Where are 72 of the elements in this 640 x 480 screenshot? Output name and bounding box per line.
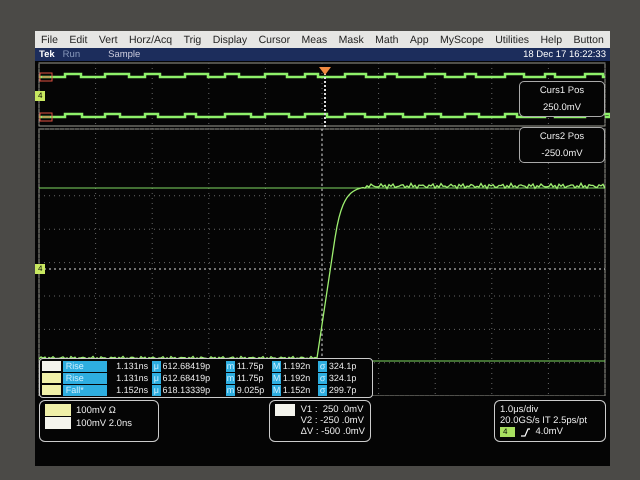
channel-marker[interactable]: 4 [35, 264, 46, 274]
run-state: Run [62, 49, 80, 60]
channel-swatch [45, 417, 71, 429]
cursor-value: V1 : 250 .0mV [300, 404, 364, 415]
timebase-value: 20.0GS/s IT 2.5ps/pt [500, 415, 588, 426]
trigger-level: 4.0mV [535, 426, 563, 437]
measurement-value: 1.131ns [115, 373, 148, 383]
menu-item[interactable]: Display [212, 34, 248, 46]
cursor-value: V2 : -250 .0mV [300, 415, 365, 426]
statistic-value: 9.025p [236, 385, 266, 395]
acquisition-mode: Sample [108, 49, 140, 60]
rising-edge-icon [520, 426, 530, 436]
digital-channel-marker-icon [39, 72, 53, 82]
menu-item[interactable]: Utilities [495, 34, 530, 46]
statistic-label: σ [318, 360, 327, 372]
cursor-label: Curs1 Pos [540, 85, 584, 96]
channel-setting: 100mV Ω [76, 404, 116, 416]
date-time: 18 Dec 17 16:22:33 [523, 49, 606, 60]
brand-label: Tek [39, 49, 55, 60]
trigger-source: 4 [500, 426, 516, 436]
statistic-value: 11.75p [236, 361, 265, 371]
menu-item[interactable]: Horz/Acq [128, 34, 172, 46]
statistic-label: M [272, 360, 281, 372]
statistic-label: μ [152, 384, 161, 396]
statistic-value: 618.13339p [162, 385, 212, 395]
menu-item[interactable]: Help [540, 34, 562, 46]
measurement-value: 1.131ns [115, 361, 148, 371]
statistic-label: μ [152, 360, 161, 372]
statistic-label: m [226, 360, 235, 372]
statistic-value: 612.68419p [162, 373, 212, 383]
statistic-value: 1.192n [282, 361, 312, 371]
channel-swatch [45, 404, 71, 416]
statistic-label: μ [152, 372, 161, 384]
statistic-label: M [272, 372, 281, 384]
menu-item[interactable]: Meas [302, 34, 328, 46]
cursor-value: ΔV : -500 .0mV [300, 426, 365, 437]
cursor-value: -250.0mV [541, 148, 583, 159]
statistic-value: 324.1p [328, 361, 358, 371]
menu-item[interactable]: Button [574, 34, 604, 46]
menu-item[interactable]: MyScope [440, 34, 484, 46]
menu-item[interactable]: Edit [69, 34, 88, 46]
trigger-position-icon [319, 67, 331, 75]
cursor-value: 250.0mV [542, 102, 582, 113]
statistic-value: 324.1p [328, 373, 358, 383]
timebase-value: 1.0μs/div [500, 404, 540, 415]
measurement-value: 1.152ns [115, 385, 148, 395]
digital-channel-marker-icon [39, 112, 53, 122]
menu-item[interactable]: App [410, 34, 429, 46]
statistic-value: 612.68419p [162, 361, 212, 371]
statistic-label: σ [318, 384, 327, 396]
measurement-name: Rise [62, 360, 107, 372]
menu-item[interactable]: Math [375, 34, 398, 46]
menu-item[interactable]: File [41, 34, 58, 46]
channel-marker[interactable]: 4 [35, 91, 46, 101]
menu-item[interactable]: Cursor [258, 34, 290, 46]
menu-item[interactable]: Trig [184, 34, 202, 46]
channel-setting: 100mV 2.0ns [76, 418, 132, 428]
statistic-label: M [272, 384, 281, 396]
statistic-label: σ [318, 372, 327, 384]
menu-item[interactable]: Mask [338, 34, 364, 46]
measurement-name: Rise [62, 372, 107, 384]
measurement-name: Fall* [62, 384, 107, 396]
statistic-value: 1.152n [282, 385, 312, 395]
cursor-line [324, 73, 326, 127]
statistic-value: 11.75p [236, 373, 265, 383]
channel-swatch [275, 404, 295, 416]
menu-item[interactable]: Vert [98, 34, 118, 46]
statistic-value: 299.7p [328, 385, 358, 395]
statistic-label: m [226, 372, 235, 384]
statistic-value: 1.192n [282, 373, 312, 383]
statistic-label: m [226, 384, 235, 396]
cursor-label: Curs2 Pos [540, 131, 584, 142]
